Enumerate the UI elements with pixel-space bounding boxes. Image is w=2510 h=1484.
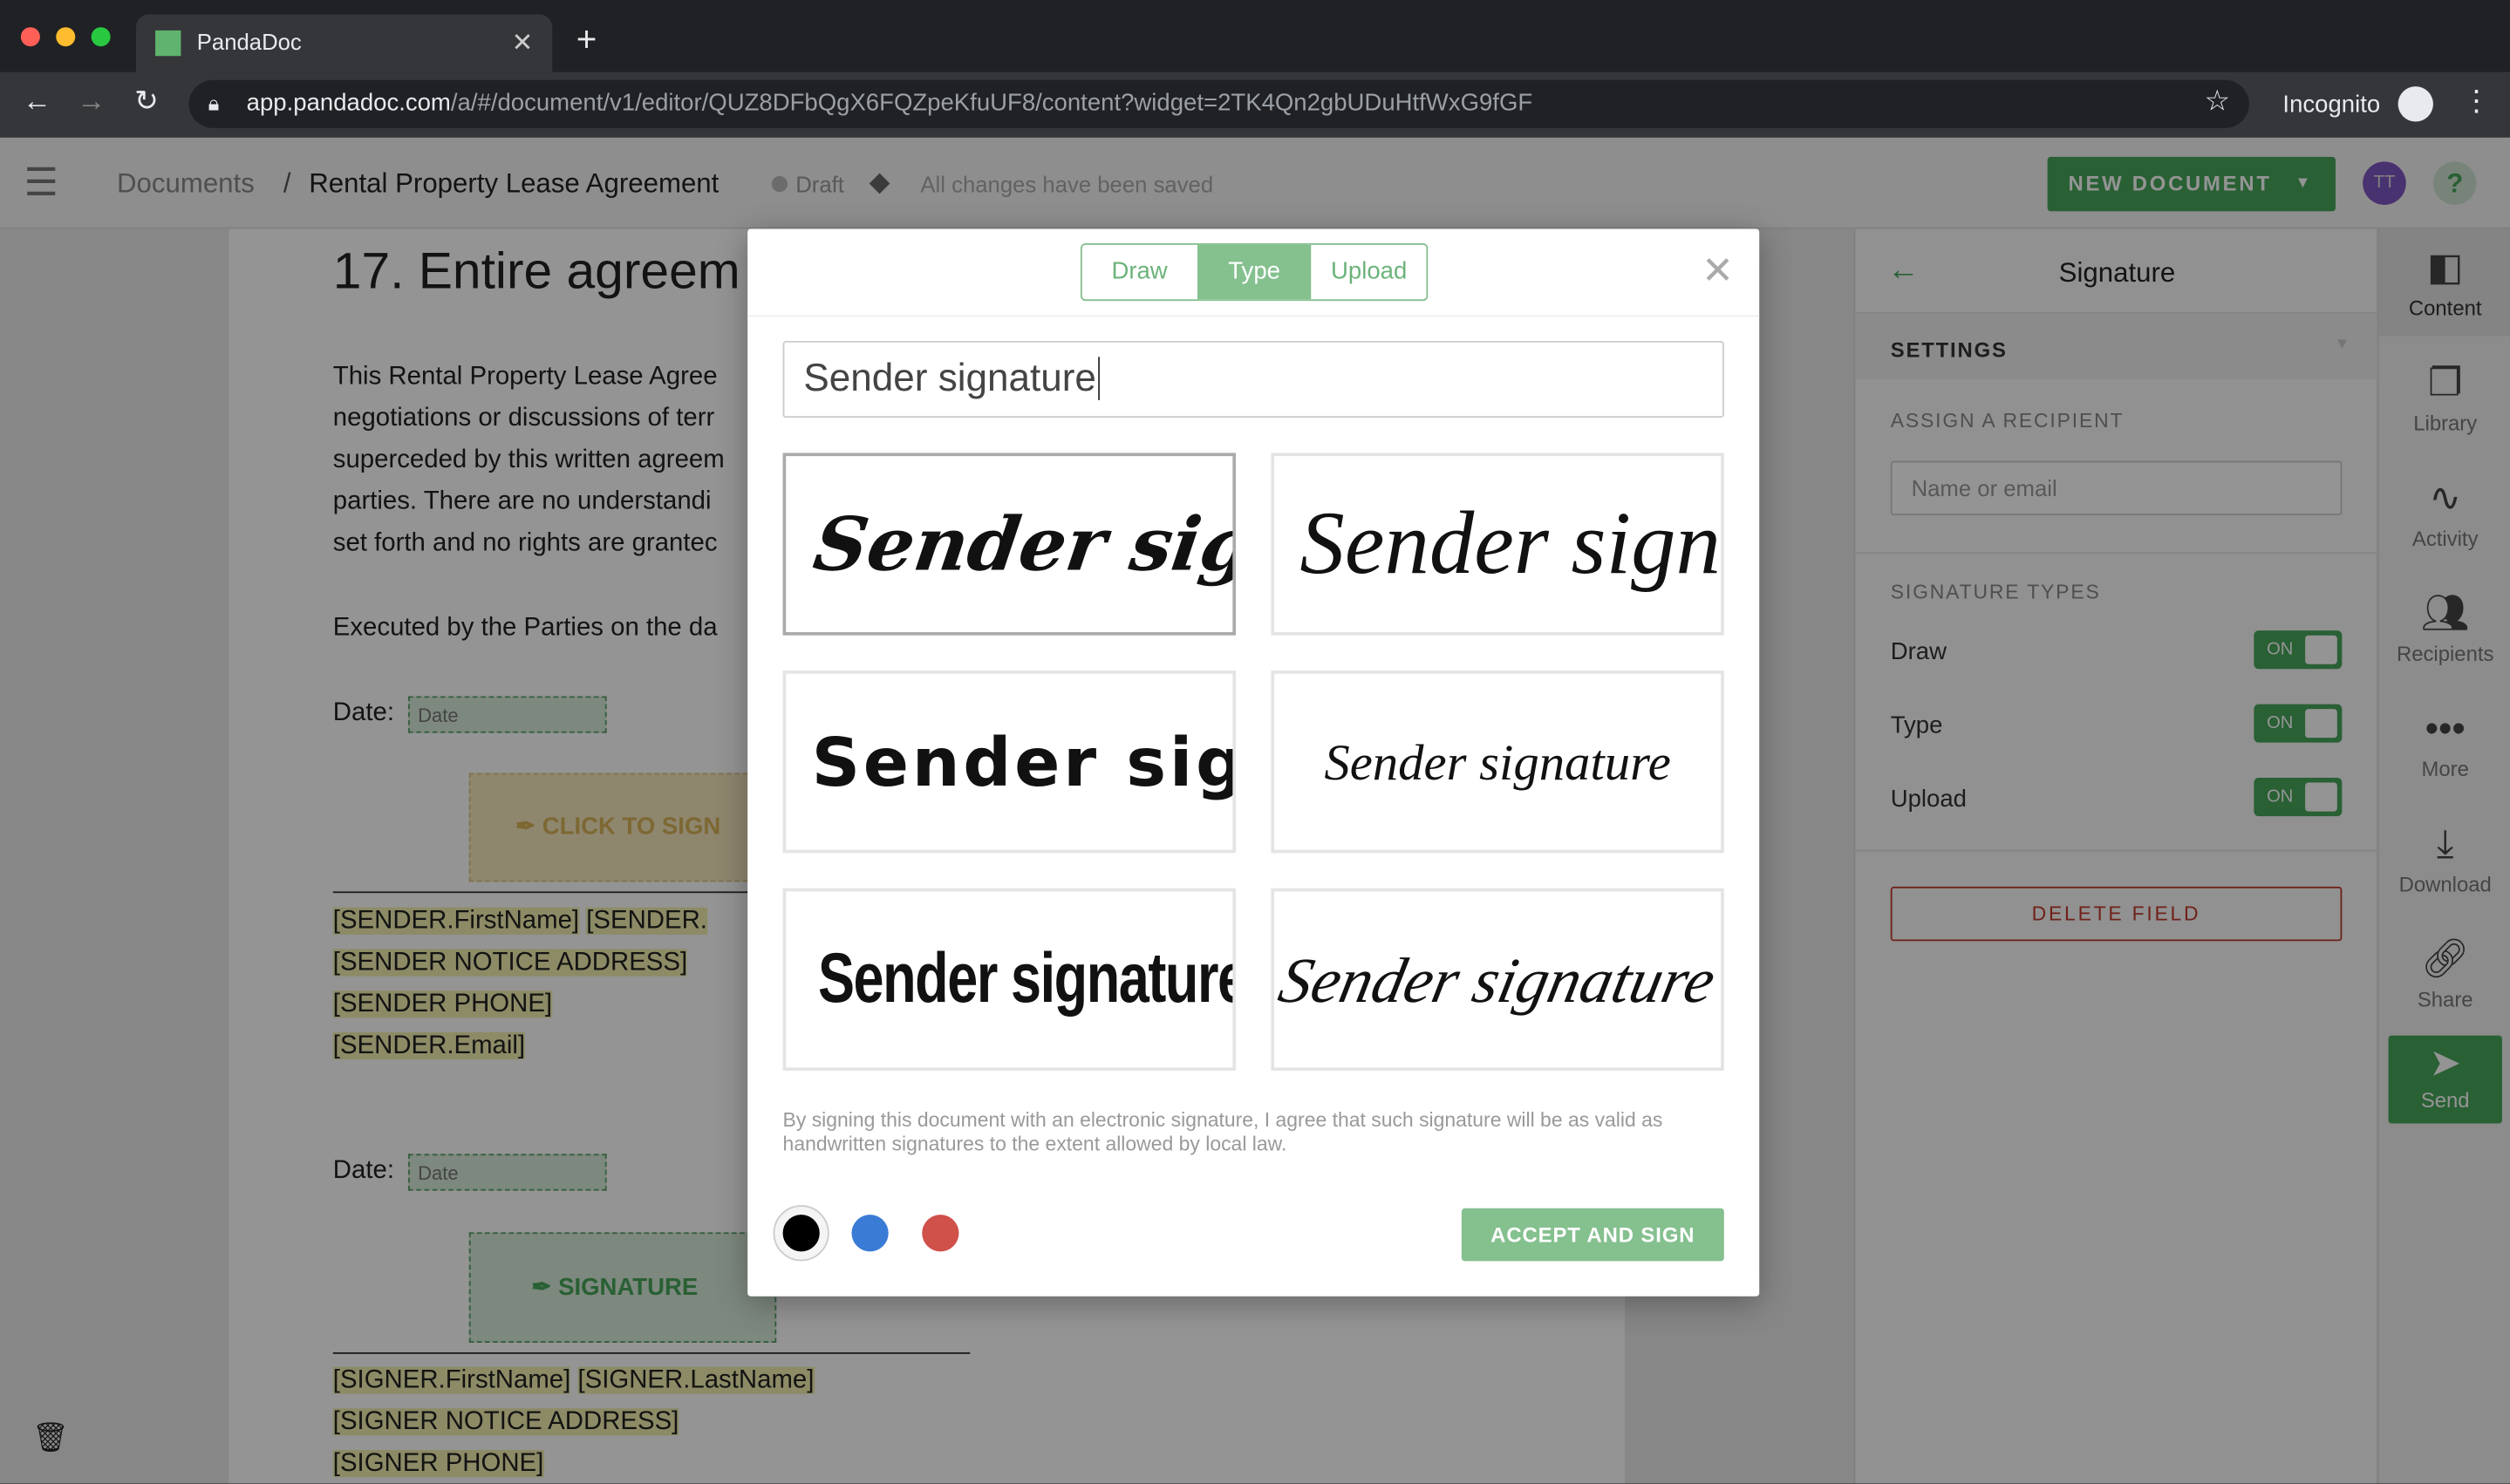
maximize-window-button[interactable] [91,27,111,47]
tab-draw[interactable]: Draw [1082,245,1197,299]
signature-option-5[interactable]: Sender signature [782,888,1237,1071]
signature-option-4[interactable]: Sender signature [1271,671,1724,854]
color-black-swatch[interactable] [782,1215,820,1252]
browser-tab[interactable]: PandaDoc ✕ [136,14,553,72]
signature-preview: Sender sign [1299,494,1721,594]
forward-icon[interactable]: → [77,85,106,119]
close-icon[interactable]: ✕ [1702,248,1734,295]
incognito-icon[interactable] [2397,86,2433,122]
signature-preview: Sender sign [811,722,1233,801]
signature-option-2[interactable]: Sender sign [1271,453,1724,636]
signature-modal: Draw Type Upload ✕ Sender signature Send… [747,228,1760,1297]
color-red-swatch[interactable] [922,1215,959,1252]
signature-mode-tabs: Draw Type Upload [1080,242,1429,302]
tab-title: PandaDoc [196,29,302,55]
divider [747,315,1760,317]
bookmark-star-icon[interactable]: ☆ [2204,85,2230,119]
browser-menu-icon[interactable]: ⋮ [2462,85,2491,119]
back-icon[interactable]: ← [23,85,51,119]
address-bar-row: ← → ↻ 🔒︎ app.pandadoc.com/a/#/document/v1… [0,71,2510,138]
signature-option-6[interactable]: Sender signature [1271,888,1724,1071]
url-path: /a/#/document/v1/editor/QUZ8DFbQgX6FQZpe… [450,89,1533,117]
signature-text-input[interactable]: Sender signature [782,340,1724,419]
url-host: app.pandadoc.com [246,89,451,117]
url-field[interactable]: 🔒︎ app.pandadoc.com/a/#/document/v1/edito… [188,79,2249,128]
pandadoc-favicon-icon [155,30,181,57]
lock-icon: 🔒︎ [208,91,220,116]
reload-icon[interactable]: ↻ [134,85,159,119]
close-tab-icon[interactable]: ✕ [512,27,534,59]
signature-preview: Sender signat [808,500,1237,588]
signature-preview: Sender signature [1272,943,1722,1016]
signature-option-3[interactable]: Sender sign [782,671,1237,854]
signature-option-1[interactable]: Sender signat [782,453,1237,636]
legal-disclaimer: By signing this document with an electro… [782,1109,1663,1156]
incognito-label: Incognito [2282,91,2381,119]
minimize-window-button[interactable] [56,27,76,47]
new-tab-icon[interactable]: + [576,19,597,61]
browser-tab-bar: PandaDoc ✕ + [0,0,2510,72]
signature-preview: Sender signature [1324,732,1671,790]
accept-and-sign-button[interactable]: ACCEPT AND SIGN [1461,1208,1724,1262]
color-blue-swatch[interactable] [851,1215,889,1252]
tab-type[interactable]: Type [1197,244,1312,300]
close-window-button[interactable] [20,27,40,47]
input-value: Sender signature [803,357,1096,400]
tab-upload[interactable]: Upload [1312,245,1427,299]
signature-preview: Sender signature [817,939,1237,1018]
